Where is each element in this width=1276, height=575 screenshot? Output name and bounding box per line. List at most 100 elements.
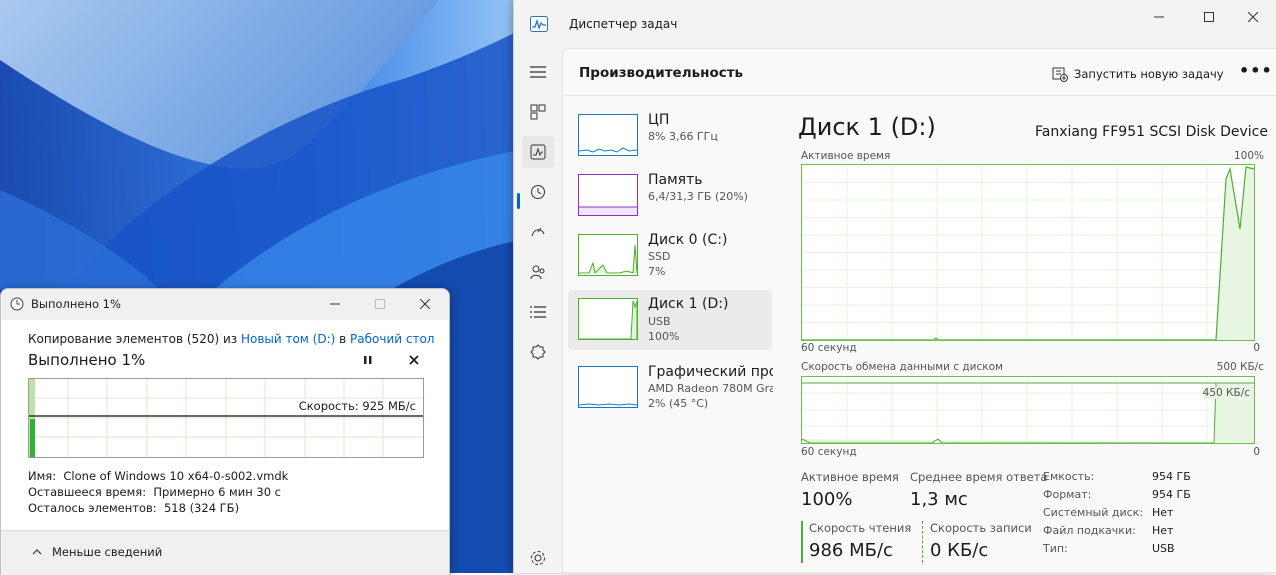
minimize-icon <box>330 303 340 305</box>
graph1-max: 100% <box>1233 150 1264 162</box>
response-time-value: 1,3 мс <box>910 489 968 510</box>
speed-bar <box>30 419 35 457</box>
clock-icon <box>10 297 24 311</box>
nav-startup[interactable] <box>522 216 554 248</box>
file-name-label: Имя: <box>28 469 57 483</box>
navigation-rail <box>514 48 562 573</box>
nav-details[interactable] <box>522 296 554 328</box>
copy-description: Копирование элементов (520) из Новый том… <box>28 332 434 346</box>
format-key: Формат: <box>1043 488 1092 501</box>
device-name: Fanxiang FF951 SCSI Disk Device <box>1035 124 1268 140</box>
perf-item-gpu-name: Графический про <box>648 364 773 380</box>
perf-item-disk1-name: Диск 1 (D:) <box>648 296 729 312</box>
capacity-value: 954 ГБ <box>1152 470 1191 483</box>
hamburger-button[interactable] <box>522 56 554 88</box>
perf-item-cpu[interactable]: ЦП 8% 3,66 ГГц <box>568 108 772 168</box>
file-name-row: Имя: Clone of Windows 10 x64-0-s002.vmdk <box>28 469 288 483</box>
copy-description-prefix: Копирование элементов (520) из <box>28 332 241 346</box>
run-new-task-button[interactable]: Запустить новую задачу <box>1052 66 1224 82</box>
perf-item-cpu-name: ЦП <box>648 112 670 128</box>
graph2-zero: 0 <box>1253 446 1260 458</box>
graph2-max: 500 КБ/с <box>1216 361 1264 373</box>
run-new-task-label: Запустить новую задачу <box>1074 67 1224 81</box>
perf-item-gpu[interactable]: Графический про AMD Radeon 780M Grap 2% … <box>568 360 773 420</box>
type-key: Тип: <box>1043 542 1068 555</box>
remaining-time-value: Примерно 6 мин 30 с <box>153 485 281 499</box>
perf-item-gpu-usage: 2% (45 °C) <box>648 397 709 410</box>
detail-title: Диск 1 (D:) <box>798 113 936 141</box>
nav-services[interactable] <box>522 336 554 368</box>
remaining-items-row: Осталось элементов: 518 (324 ГБ) <box>28 501 239 515</box>
nav-users[interactable] <box>522 256 554 288</box>
maximize-button[interactable] <box>1186 6 1232 28</box>
copy-description-mid: в <box>335 332 351 346</box>
read-speed-label: Скорость чтения <box>809 521 912 535</box>
page-file-key: Файл подкачки: <box>1043 524 1136 537</box>
read-speed-marker <box>801 521 803 563</box>
nav-selection-indicator <box>517 193 520 209</box>
perf-item-disk1[interactable]: Диск 1 (D:) USB 100% <box>568 290 772 350</box>
maximize-icon <box>1204 12 1214 22</box>
perf-item-cpu-sub: 8% 3,66 ГГц <box>648 130 718 143</box>
format-value: 954 ГБ <box>1152 488 1191 501</box>
pause-icon[interactable] <box>363 355 373 365</box>
close-icon <box>1248 12 1258 22</box>
graph2-label: Скорость обмена данными с диском <box>801 361 1003 373</box>
details-icon <box>530 306 546 318</box>
divider <box>563 95 1276 96</box>
page-file-value: Нет <box>1152 524 1174 537</box>
capacity-key: Емкость: <box>1043 470 1095 483</box>
nav-settings[interactable] <box>522 542 554 574</box>
copy-speed-label: Скорость: 925 МБ/с <box>297 399 417 413</box>
response-time-label: Среднее время ответа <box>910 470 1048 484</box>
nav-performance[interactable] <box>522 136 554 168</box>
type-value: USB <box>1152 542 1175 555</box>
nav-processes[interactable] <box>522 96 554 128</box>
memory-mini-graph <box>578 174 638 216</box>
graph1-time-axis: 60 секунд <box>801 342 857 354</box>
perf-item-disk0[interactable]: Диск 0 (C:) SSD 7% <box>568 228 772 288</box>
copy-speed-graph: Скорость: 925 МБ/с <box>28 378 424 458</box>
hamburger-icon <box>530 66 546 78</box>
graph1-zero: 0 <box>1253 342 1260 354</box>
dialog-minimize-button[interactable] <box>315 293 355 315</box>
dialog-title-bar: Выполнено 1% <box>1 289 449 320</box>
performance-page: Производительность Запустить новую задач… <box>562 48 1276 573</box>
perf-item-memory[interactable]: Память 6,4/31,3 ГБ (20%) <box>568 168 772 228</box>
graph1-label: Активное время <box>801 150 891 162</box>
cpu-mini-graph <box>578 114 638 156</box>
destination-link[interactable]: Рабочий стол <box>350 332 434 346</box>
nav-app-history[interactable] <box>522 176 554 208</box>
perf-item-disk0-usage: 7% <box>648 265 666 278</box>
active-time-graph <box>801 164 1255 341</box>
remaining-items-value: 518 (324 ГБ) <box>163 501 240 515</box>
graph2-mid: 450 КБ/с <box>1202 387 1250 399</box>
write-speed-label: Скорость записи <box>930 521 1032 535</box>
less-details-button[interactable]: Меньше сведений <box>32 545 162 559</box>
perf-item-gpu-model: AMD Radeon 780M Grap <box>648 382 773 395</box>
users-icon <box>530 265 545 280</box>
more-options-button[interactable]: ••• <box>1239 61 1273 80</box>
gpu-mini-graph <box>578 366 638 408</box>
close-icon <box>420 299 430 309</box>
active-time-label: Активное время <box>801 470 899 484</box>
active-time-value: 100% <box>801 489 853 510</box>
dialog-footer: Меньше сведений <box>1 530 449 575</box>
performance-icon <box>530 144 546 160</box>
copy-progress-dialog: Выполнено 1% Копирование элементов (520)… <box>0 288 450 575</box>
cancel-icon[interactable] <box>409 355 419 365</box>
close-button[interactable] <box>1230 6 1276 28</box>
file-name-value: Clone of Windows 10 x64-0-s002.vmdk <box>63 469 289 483</box>
settings-icon <box>531 551 545 565</box>
minimize-button[interactable] <box>1136 6 1182 28</box>
system-disk-value: Нет <box>1152 506 1174 519</box>
system-disk-key: Системный диск: <box>1043 506 1144 519</box>
source-link[interactable]: Новый том (D:) <box>241 332 335 346</box>
write-speed-marker <box>922 521 924 563</box>
graph2-time-axis: 60 секунд <box>801 446 857 458</box>
perf-item-disk0-name: Диск 0 (C:) <box>648 232 728 248</box>
less-details-label: Меньше сведений <box>52 545 163 559</box>
remaining-time-row: Оставшееся время: Примерно 6 мин 30 с <box>28 485 281 499</box>
perf-item-memory-sub: 6,4/31,3 ГБ (20%) <box>648 190 748 203</box>
dialog-close-button[interactable] <box>405 293 445 315</box>
